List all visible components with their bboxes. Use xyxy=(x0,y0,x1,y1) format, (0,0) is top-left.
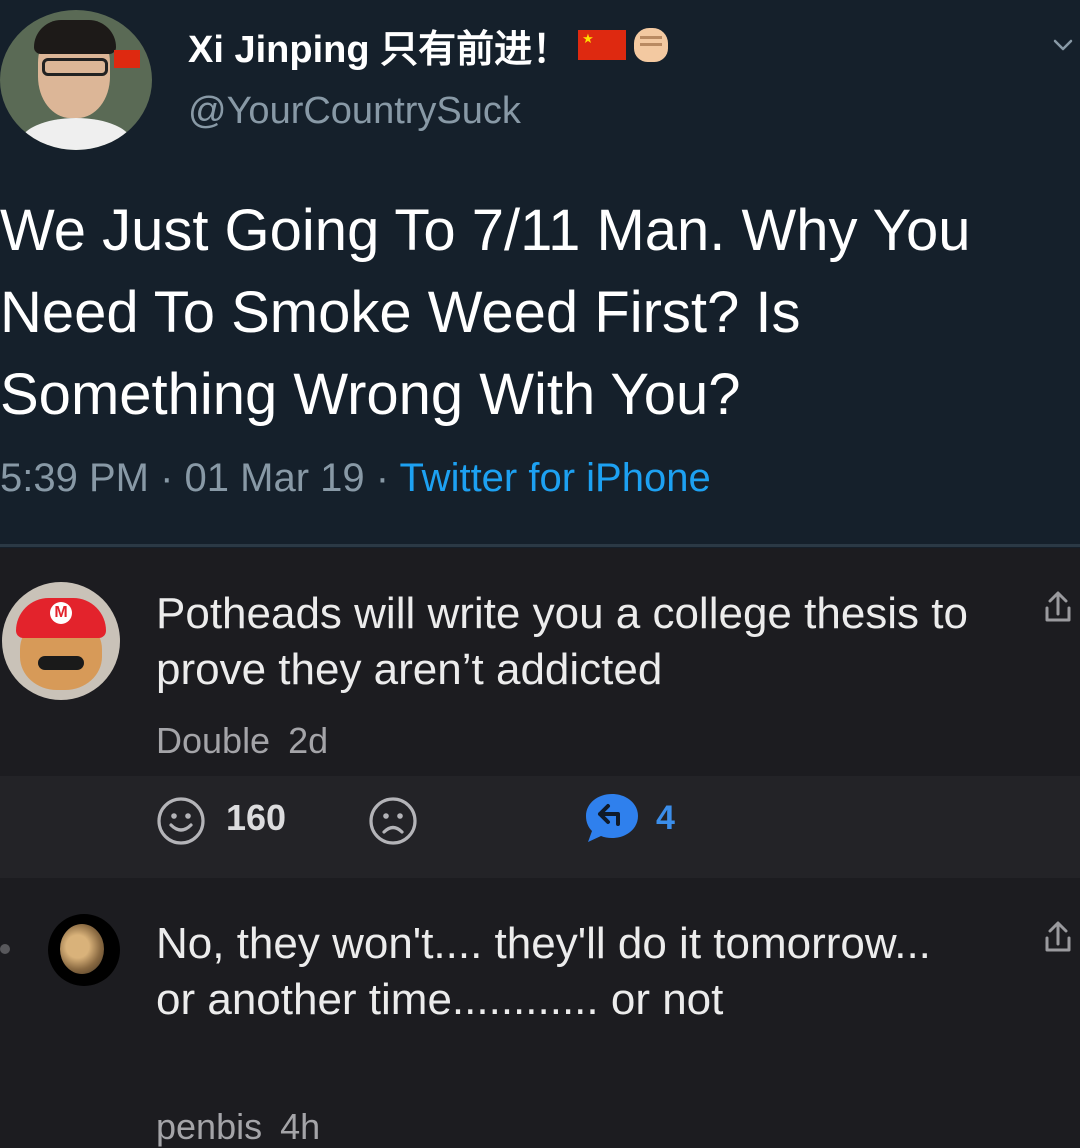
frown-icon[interactable] xyxy=(368,796,418,846)
tweet-screenshot: Xi Jinping 只有前进！ @YourCountrySuck We Jus… xyxy=(0,0,1080,548)
meta-separator: · xyxy=(148,456,185,500)
comment-author[interactable]: Double xyxy=(156,720,270,761)
thread-indicator-dot xyxy=(0,944,10,954)
tweet-time: 5:39 PM xyxy=(0,456,149,500)
comment-meta: Double 2d xyxy=(156,720,328,762)
comment-avatar-moon[interactable] xyxy=(48,914,120,986)
comment-age: 2d xyxy=(288,720,329,761)
chevron-down-icon[interactable] xyxy=(1052,34,1074,56)
share-icon[interactable] xyxy=(1038,588,1078,628)
tweet-date: 01 Mar 19 xyxy=(184,456,365,500)
smile-icon[interactable] xyxy=(156,796,206,846)
comment-age: 4h xyxy=(280,1106,321,1147)
tweet-author-name: Xi Jinping 只有前进！ xyxy=(188,20,669,71)
tweet-author-handle: @YourCountrySuck xyxy=(188,90,521,132)
comment-avatar-mario-dog[interactable]: M xyxy=(2,582,120,700)
reply-count[interactable]: 4 xyxy=(656,798,675,838)
tweet-author-avatar[interactable] xyxy=(0,10,152,150)
meta-separator: · xyxy=(364,456,400,500)
china-flag-icon xyxy=(578,30,627,60)
tweet-body-text: We Just Going To 7/11 Man. Why You Need … xyxy=(0,198,971,427)
raised-fist-icon xyxy=(634,28,669,62)
tweet-divider xyxy=(0,544,1080,547)
tweet-source-link[interactable]: Twitter for iPhone xyxy=(399,456,710,500)
comment-meta: penbis 4h xyxy=(156,1106,320,1148)
share-icon[interactable] xyxy=(1038,918,1078,958)
tweet-meta: 5:39 PM · 01 Mar 19 · Twitter for iPhone xyxy=(0,456,711,501)
reply-icon[interactable] xyxy=(584,790,640,846)
comment-text: No, they won't.... they'll do it tomorro… xyxy=(156,919,931,1024)
display-name: Xi Jinping 只有前进！ xyxy=(188,28,571,71)
comment-author[interactable]: penbis xyxy=(156,1106,262,1147)
like-count: 160 xyxy=(226,797,287,838)
comment-text: Potheads will write you a college thesis… xyxy=(156,589,968,694)
